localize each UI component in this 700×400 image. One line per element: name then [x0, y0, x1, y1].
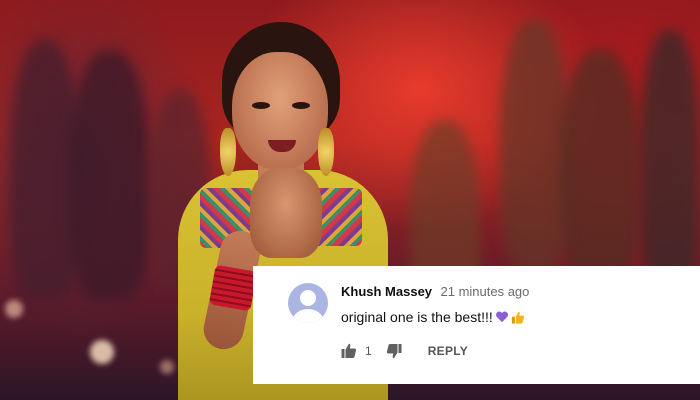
avatar-body — [293, 309, 323, 323]
thumbs-up-icon[interactable] — [341, 343, 357, 359]
comment-timestamp[interactable]: 21 minutes ago — [441, 284, 530, 299]
thumbs-down-icon[interactable] — [386, 343, 402, 359]
like-count: 1 — [365, 344, 372, 358]
performer-eye — [252, 102, 270, 109]
purple-heart-icon — [495, 311, 508, 323]
performer-eye — [292, 102, 310, 109]
comment-header: Khush Massey 21 minutes ago — [341, 283, 529, 301]
comment-text: original one is the best!!! — [341, 309, 493, 325]
pointing-hands — [250, 168, 322, 258]
gold-earring — [220, 128, 236, 176]
performer-face — [232, 52, 328, 170]
reply-button[interactable]: REPLY — [428, 344, 468, 358]
comment-actions: 1 REPLY — [341, 342, 468, 360]
avatar-head — [300, 290, 316, 306]
default-user-avatar-icon[interactable] — [288, 283, 328, 323]
thumbs-up-emoji-icon — [511, 311, 524, 324]
comment-body: original one is the best!!! — [341, 309, 525, 325]
comment-author[interactable]: Khush Massey — [341, 284, 432, 299]
red-bangles — [208, 264, 258, 312]
comment-card: Khush Massey 21 minutes ago original one… — [253, 266, 700, 384]
gold-earring — [318, 128, 334, 176]
